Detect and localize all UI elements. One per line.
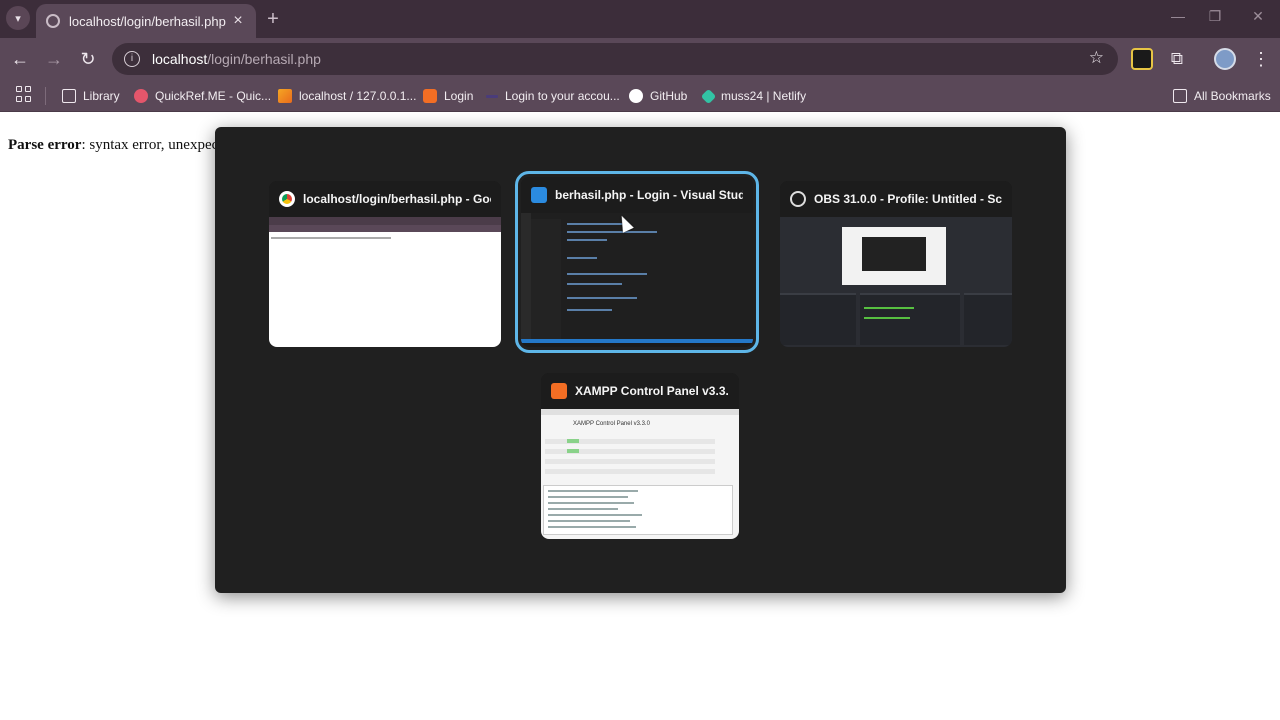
- globe-icon: [46, 14, 60, 28]
- menu-dots-icon[interactable]: ⋮: [1250, 48, 1272, 70]
- reload-icon[interactable]: ↻: [76, 47, 100, 71]
- window-title: XAMPP Control Panel v3.3.0...: [575, 384, 729, 398]
- bookmark-label: Login to your accou...: [505, 89, 620, 103]
- window-title: OBS 31.0.0 - Profile: Untitled - Scen...: [814, 192, 1002, 206]
- site-icon: [486, 94, 498, 98]
- all-bookmarks[interactable]: All Bookmarks: [1173, 86, 1271, 106]
- bookmark-label: Login: [444, 89, 474, 103]
- tab-search-button[interactable]: ▾: [6, 6, 30, 30]
- tab-strip: ▾ localhost/login/berhasil.php × + — ❐ ✕: [0, 0, 1280, 38]
- window-thumbnail: [521, 213, 753, 343]
- xampp-icon: [551, 383, 567, 399]
- close-window-icon[interactable]: ✕: [1248, 8, 1268, 25]
- bookmarks-divider: [45, 87, 46, 105]
- bookmark-label: GitHub: [650, 89, 688, 103]
- obs-icon: [790, 191, 806, 207]
- quickref-icon: [134, 89, 148, 103]
- all-bookmarks-label: All Bookmarks: [1194, 89, 1271, 103]
- parse-error-message: Parse error: syntax error, unexpec: [8, 137, 218, 154]
- bookmark-label: muss24 | Netlify: [721, 89, 807, 103]
- bookmark-login-account[interactable]: Login to your accou...: [486, 86, 620, 106]
- xampp-thumb-header: XAMPP Control Panel v3.3.0: [573, 421, 650, 427]
- forward-icon[interactable]: →: [42, 47, 66, 71]
- bookmark-phpmyadmin[interactable]: localhost / 127.0.0.1...: [278, 86, 416, 106]
- error-label: Parse error: [8, 137, 82, 153]
- back-icon[interactable]: ←: [8, 47, 32, 71]
- new-tab-button[interactable]: +: [262, 8, 284, 30]
- phpmyadmin-icon: [278, 89, 292, 103]
- site-info-icon[interactable]: i: [124, 51, 140, 67]
- bookmark-github[interactable]: GitHub: [629, 86, 687, 106]
- switcher-window-vscode[interactable]: berhasil.php - Login - Visual Studio...: [515, 171, 759, 353]
- restore-icon[interactable]: ❐: [1205, 8, 1225, 25]
- error-text: : syntax error, unexpec: [81, 137, 219, 153]
- task-switcher: localhost/login/berhasil.php - Goo... be…: [215, 127, 1066, 593]
- minimize-icon[interactable]: —: [1168, 8, 1188, 24]
- bookmark-label: Library: [83, 89, 120, 103]
- address-bar[interactable]: i localhost/login/berhasil.php ☆: [112, 43, 1118, 75]
- bookmark-label: QuickRef.ME - Quic...: [155, 89, 272, 103]
- tab-active[interactable]: localhost/login/berhasil.php ×: [36, 4, 256, 38]
- extension-icon[interactable]: [1131, 48, 1153, 70]
- extensions-puzzle-icon[interactable]: ⧉: [1166, 48, 1188, 70]
- xampp-icon: [423, 89, 437, 103]
- close-tab-icon[interactable]: ×: [230, 12, 246, 30]
- window-thumbnail: [269, 217, 501, 347]
- profile-avatar[interactable]: [1214, 48, 1236, 70]
- vscode-icon: [531, 187, 547, 203]
- address-path: /login/berhasil.php: [207, 51, 321, 67]
- github-icon: [629, 89, 643, 103]
- bookmark-star-icon[interactable]: ☆: [1089, 48, 1104, 68]
- netlify-icon: [700, 88, 717, 104]
- folder-icon: [62, 89, 76, 103]
- browser-window: ▾ localhost/login/berhasil.php × + — ❐ ✕…: [0, 0, 1280, 720]
- bookmark-library[interactable]: Library: [62, 86, 120, 106]
- tab-title: localhost/login/berhasil.php: [69, 13, 226, 29]
- switcher-window-obs[interactable]: OBS 31.0.0 - Profile: Untitled - Scen...: [780, 181, 1012, 347]
- window-title: berhasil.php - Login - Visual Studio...: [555, 188, 743, 202]
- bookmark-label: localhost / 127.0.0.1...: [299, 89, 417, 103]
- bookmark-login[interactable]: Login: [423, 86, 473, 106]
- switcher-window-chrome[interactable]: localhost/login/berhasil.php - Goo...: [269, 181, 501, 347]
- bookmark-quickref[interactable]: QuickRef.ME - Quic...: [134, 86, 271, 106]
- address-host: localhost: [152, 51, 208, 67]
- toolbar: ← → ↻ i localhost/login/berhasil.php ☆ ⧉…: [0, 38, 1280, 80]
- window-thumbnail: [780, 217, 1012, 347]
- switcher-window-xampp[interactable]: XAMPP Control Panel v3.3.0... XAMPP Cont…: [541, 373, 739, 539]
- folder-icon: [1173, 89, 1187, 103]
- apps-grid-icon[interactable]: [16, 86, 32, 102]
- bookmark-netlify[interactable]: muss24 | Netlify: [700, 86, 807, 106]
- chrome-icon: [279, 191, 295, 207]
- window-thumbnail: XAMPP Control Panel v3.3.0: [541, 409, 739, 539]
- window-title: localhost/login/berhasil.php - Goo...: [303, 192, 491, 206]
